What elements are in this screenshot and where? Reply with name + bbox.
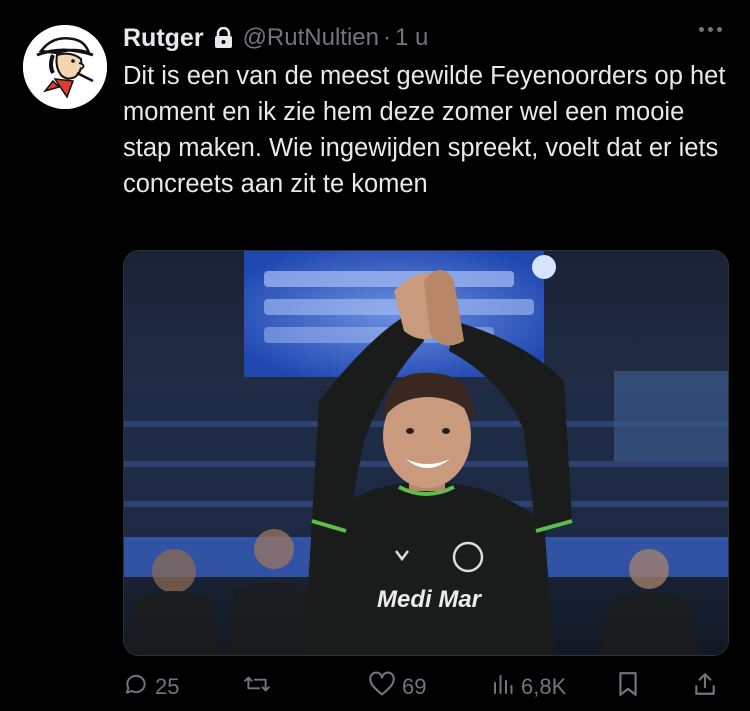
like-button[interactable]: 69 (368, 670, 426, 704)
tweet-image[interactable]: Medi Mar (123, 250, 729, 656)
sponsor-logo: Medi Mar (377, 586, 483, 613)
reply-button[interactable]: 25 (123, 670, 179, 704)
time-separator: · (382, 24, 391, 51)
views-count: 6,8K (521, 674, 567, 699)
football-player-photo: Medi Mar (124, 251, 728, 655)
tweet-actions: 25 69 6,8K (123, 670, 730, 704)
author-handle[interactable]: @RutNultien (243, 24, 379, 52)
like-icon (368, 671, 396, 703)
lock-icon (214, 27, 233, 49)
tweet-time[interactable]: 1 u (395, 24, 428, 52)
avatar-cartoon-icon (23, 25, 107, 109)
reply-count: 25 (155, 674, 180, 699)
reply-icon (123, 671, 149, 703)
retweet-button[interactable] (243, 670, 277, 704)
retweet-icon (243, 671, 271, 703)
views-icon (491, 672, 515, 702)
share-button[interactable] (693, 670, 717, 704)
tweet-header: Rutger @RutNultien · 1 u (123, 23, 730, 53)
author-name[interactable]: Rutger (123, 24, 204, 53)
bookmark-icon (616, 671, 640, 703)
tweet-text: Dit is een van de meest gewilde Feyenoor… (123, 62, 726, 198)
avatar[interactable] (23, 25, 107, 109)
more-icon[interactable] (699, 27, 722, 32)
share-icon (693, 671, 717, 703)
views-button[interactable]: 6,8K (491, 670, 566, 704)
bookmark-button[interactable] (616, 670, 640, 704)
like-count: 69 (402, 674, 427, 699)
